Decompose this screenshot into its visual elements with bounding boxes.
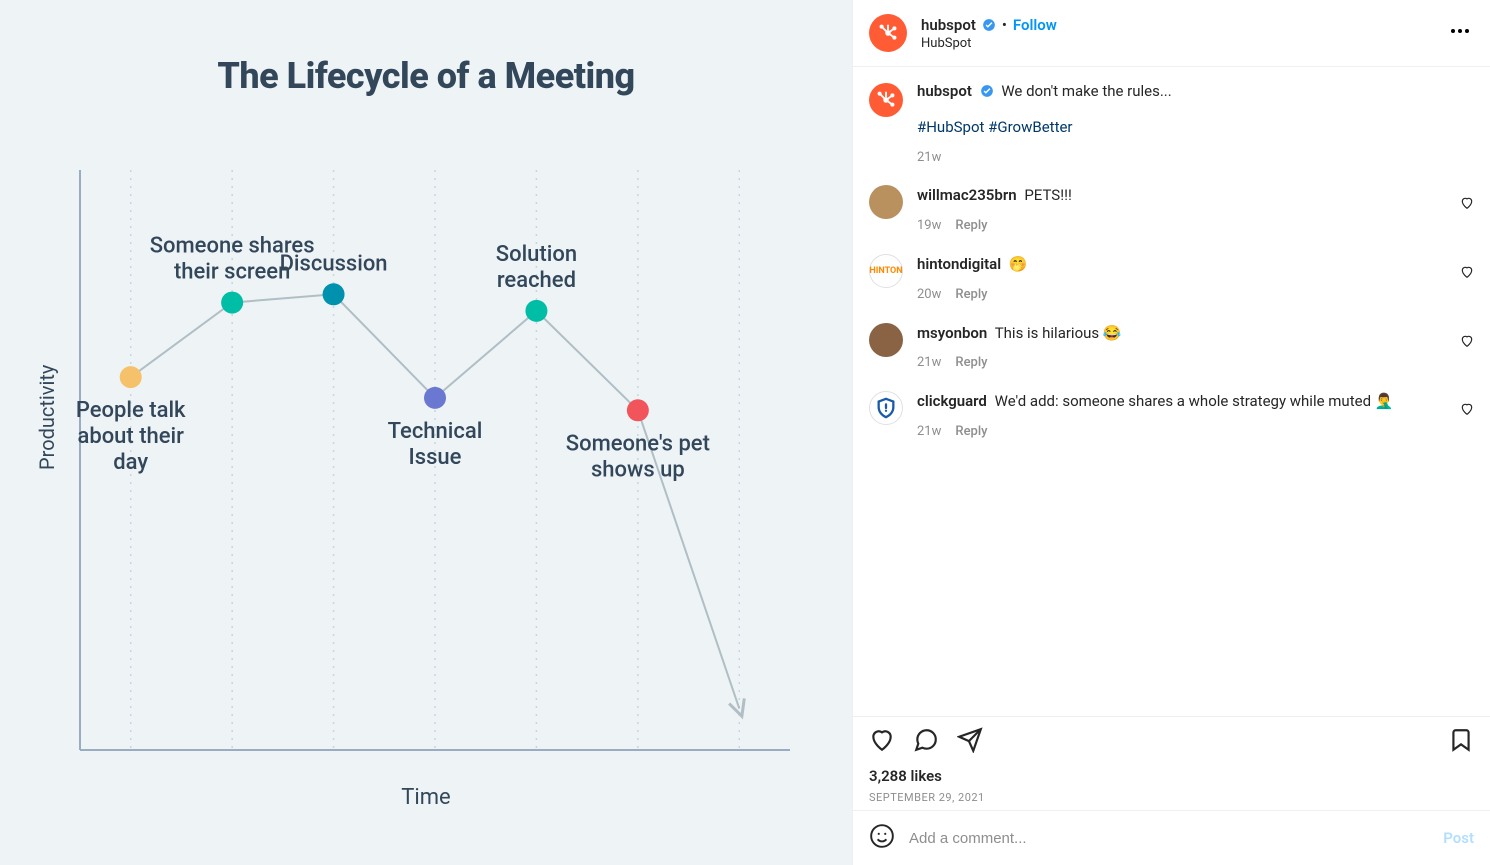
- post-caption: hubspot We don't make the rules... #HubS…: [869, 81, 1474, 167]
- comments-section: hubspot We don't make the rules... #HubS…: [853, 67, 1490, 716]
- svg-text:Someone's pet: Someone's pet: [566, 431, 710, 456]
- author-fullname: HubSpot: [921, 36, 1446, 51]
- reply-button[interactable]: Reply: [955, 217, 987, 236]
- post-actions: 3,288 likes SEPTEMBER 29, 2021: [853, 716, 1490, 810]
- comment-username[interactable]: msyonbon: [917, 324, 987, 342]
- comment-text: 🤭: [1009, 255, 1028, 273]
- share-button[interactable]: [957, 727, 983, 757]
- svg-text:about their: about their: [77, 424, 184, 449]
- comment-avatar[interactable]: [869, 391, 903, 425]
- emoji-button[interactable]: [869, 823, 895, 853]
- svg-text:Issue: Issue: [409, 445, 462, 470]
- comment-item: willmac235brn PETS!!! 19w Reply: [869, 185, 1474, 236]
- author-avatar[interactable]: [869, 14, 907, 52]
- comment-text: We'd add: someone shares a whole strateg…: [995, 392, 1394, 410]
- like-comment-button[interactable]: [1460, 195, 1474, 209]
- comment-age: 21w: [917, 423, 941, 442]
- svg-text:People talk: People talk: [76, 398, 186, 423]
- svg-text:Technical: Technical: [388, 419, 483, 444]
- separator-dot: •: [1002, 16, 1007, 34]
- chart-title: The Lifecycle of a Meeting: [0, 55, 852, 97]
- comment-username[interactable]: willmac235brn: [917, 186, 1017, 204]
- comment-input[interactable]: [909, 830, 1429, 847]
- comment-avatar[interactable]: [869, 323, 903, 357]
- like-comment-button[interactable]: [1460, 333, 1474, 347]
- follow-button[interactable]: Follow: [1013, 16, 1057, 34]
- post-media: The Lifecycle of a Meeting Productivity …: [0, 0, 852, 865]
- post-header: hubspot • Follow HubSpot: [853, 0, 1490, 67]
- caption-text: We don't make the rules...: [1001, 82, 1171, 100]
- comment-item: clickguard We'd add: someone shares a wh…: [869, 391, 1474, 442]
- svg-text:Solution: Solution: [496, 242, 577, 267]
- svg-text:day: day: [113, 450, 148, 475]
- reply-button[interactable]: Reply: [955, 423, 987, 442]
- like-button[interactable]: [869, 727, 895, 757]
- caption-age: 21w: [917, 149, 941, 168]
- caption-avatar[interactable]: [869, 83, 903, 117]
- chart-xlabel: Time: [0, 785, 852, 810]
- svg-text:their screen: their screen: [174, 260, 290, 285]
- reply-button[interactable]: Reply: [955, 286, 987, 305]
- svg-text:Discussion: Discussion: [280, 251, 388, 276]
- add-comment-form: Post: [853, 810, 1490, 865]
- verified-icon: [982, 18, 996, 32]
- post-comment-button[interactable]: Post: [1443, 829, 1474, 847]
- like-comment-button[interactable]: [1460, 264, 1474, 278]
- comment-age: 19w: [917, 217, 941, 236]
- comment-text: This is hilarious 😂: [995, 324, 1122, 342]
- comment-item: msyonbon This is hilarious 😂 21w Reply: [869, 323, 1474, 374]
- post-date: SEPTEMBER 29, 2021: [869, 791, 1474, 804]
- reply-button[interactable]: Reply: [955, 354, 987, 373]
- comment-age: 20w: [917, 286, 941, 305]
- caption-hashtags[interactable]: #HubSpot #GrowBetter: [917, 118, 1073, 136]
- caption-username[interactable]: hubspot: [917, 82, 972, 100]
- more-options-button[interactable]: [1446, 19, 1474, 47]
- chart-plot: People talkabout theirdaySomeone sharest…: [70, 170, 810, 760]
- comment-item: HINTON hintondigital 🤭 20w Reply: [869, 254, 1474, 305]
- chart-ylabel: Productivity: [35, 365, 59, 470]
- save-button[interactable]: [1448, 727, 1474, 757]
- post-sidebar: hubspot • Follow HubSpot hubspot: [852, 0, 1490, 865]
- comment-username[interactable]: clickguard: [917, 392, 987, 410]
- author-username[interactable]: hubspot: [921, 16, 976, 34]
- comment-button[interactable]: [913, 727, 939, 757]
- comment-age: 21w: [917, 354, 941, 373]
- like-comment-button[interactable]: [1460, 401, 1474, 415]
- verified-icon: [980, 84, 994, 98]
- comment-username[interactable]: hintondigital: [917, 255, 1001, 273]
- comment-avatar[interactable]: HINTON: [869, 254, 903, 288]
- comment-avatar[interactable]: [869, 185, 903, 219]
- comment-text: PETS!!!: [1024, 186, 1071, 204]
- likes-count[interactable]: 3,288 likes: [869, 767, 1474, 785]
- svg-text:shows up: shows up: [591, 457, 685, 482]
- svg-text:reached: reached: [497, 268, 576, 293]
